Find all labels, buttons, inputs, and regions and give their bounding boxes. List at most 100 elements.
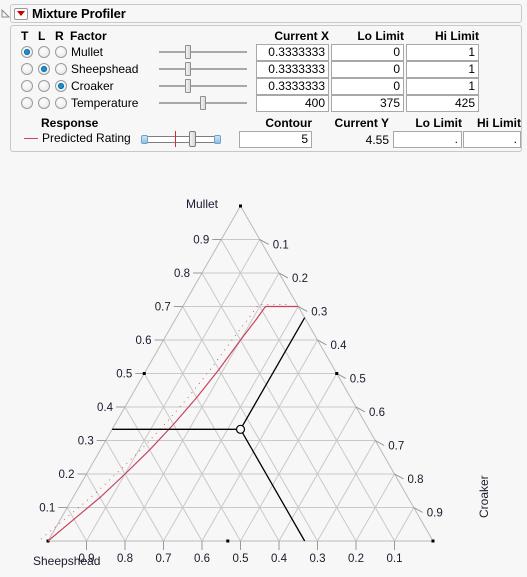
contour-slider[interactable]: [141, 131, 221, 147]
ticklabel-croaker-0.1: 0.1: [273, 239, 289, 251]
lo-limit-mullet[interactable]: 0: [331, 44, 404, 61]
gridline-sheepshead-0.9: [66, 507, 87, 542]
ticklabel-sheepshead-0.6: 0.6: [194, 553, 210, 565]
resp-hi-limit-value[interactable]: .: [463, 131, 521, 148]
axis-header-l: L: [38, 29, 46, 43]
ticklabel-mullet-0.4: 0.4: [97, 402, 114, 414]
lo-limit-header: Lo Limit: [357, 29, 404, 43]
factor-name-temperature: Temperature: [71, 96, 139, 110]
factor-header: Factor: [70, 29, 107, 43]
gridline-croaker-0.3: [163, 306, 299, 542]
ticklabel-mullet-0.6: 0.6: [136, 335, 152, 347]
gridline-croaker-0.7: [317, 440, 376, 542]
radio-t-mullet[interactable]: [21, 46, 33, 58]
hi-limit-croaker[interactable]: 1: [406, 78, 479, 95]
current-point-marker[interactable]: [235, 424, 246, 434]
gridline-croaker-0.5: [240, 373, 338, 542]
axis-label-mullet: Mullet: [186, 197, 219, 211]
slider-thumb[interactable]: [185, 62, 191, 76]
response-header: Response: [41, 116, 99, 130]
current-x-croaker[interactable]: 0.3333333: [256, 78, 329, 95]
radio-l-temperature[interactable]: [38, 97, 50, 109]
ticklabel-croaker-0.5: 0.5: [350, 373, 366, 385]
slider-thumb[interactable]: [200, 96, 206, 110]
slider-sheepshead[interactable]: [159, 62, 247, 76]
ticklabel-mullet-0.7: 0.7: [155, 302, 171, 314]
slider-temperature[interactable]: [159, 96, 247, 110]
ticklabel-croaker-0.2: 0.2: [292, 273, 308, 285]
red-triangle-menu-icon[interactable]: [14, 7, 28, 20]
slider-track: [159, 68, 247, 70]
contour-slider-thumb[interactable]: [189, 131, 196, 147]
ticklabel-sheepshead-0.3: 0.3: [310, 553, 326, 565]
hi-limit-temperature[interactable]: 425: [406, 95, 479, 112]
radio-l-croaker[interactable]: [38, 80, 50, 92]
slider-thumb[interactable]: [185, 45, 191, 59]
current-y-value: 4.55: [365, 133, 389, 147]
lo-limit-temperature[interactable]: 375: [331, 95, 404, 112]
current-x-sheepshead[interactable]: 0.3333333: [256, 61, 329, 78]
radio-r-croaker[interactable]: [55, 80, 67, 92]
ternary-plot-svg: 0.1 0.1 0.1 0.2 0.2 0.2 0.3 0.3 0.3 0.4 0.4 0.4 0.5 0…: [39, 204, 443, 565]
slider-croaker[interactable]: [159, 79, 247, 93]
radio-t-sheepshead[interactable]: [21, 63, 33, 75]
lo-limit-sheepshead[interactable]: 0: [331, 61, 404, 78]
hi-limit-header: Hi Limit: [435, 29, 479, 43]
ticklabel-sheepshead-0.8: 0.8: [117, 553, 133, 565]
radio-r-temperature[interactable]: [55, 97, 67, 109]
ticklabel-croaker-0.3: 0.3: [311, 306, 327, 318]
slider-track: [159, 85, 247, 87]
ticklabel-croaker-0.4: 0.4: [331, 340, 348, 352]
radio-l-sheepshead[interactable]: [38, 63, 50, 75]
current-x-temperature[interactable]: 400: [256, 95, 329, 112]
contour-slider-cap-left[interactable]: [141, 135, 148, 144]
radio-t-croaker[interactable]: [21, 80, 33, 92]
edge-tick-dot-right: [335, 372, 339, 375]
ticklabel-mullet-0.5: 0.5: [116, 369, 132, 381]
panel-title: Mixture Profiler: [32, 6, 126, 21]
ticklabel-croaker-0.9: 0.9: [427, 507, 443, 519]
tick-dot-vertex-croaker: [431, 539, 435, 543]
ticklabel-croaker-0.7: 0.7: [388, 440, 404, 452]
hi-limit-mullet[interactable]: 1: [406, 44, 479, 61]
axis-header-t: T: [21, 29, 29, 43]
profiler-controls: T L R Factor Current X Lo Limit Hi Limit…: [10, 25, 522, 152]
profiler-panel: Mixture Profiler T L R Factor Current X …: [1, 4, 522, 152]
gridline-sheepshead-0.5: [143, 373, 241, 542]
current-x-mullet[interactable]: 0.3333333: [256, 44, 329, 61]
ticklabel-sheepshead-0.1: 0.1: [387, 553, 403, 565]
panel-titlebar: Mixture Profiler: [1, 4, 522, 23]
axis-header-r: R: [55, 29, 64, 43]
contour-value[interactable]: 5: [239, 131, 312, 148]
resp-lo-limit-header: Lo Limit: [415, 116, 462, 130]
resp-hi-limit-header: Hi Limit: [477, 116, 521, 130]
ticklabel-croaker-0.8: 0.8: [408, 474, 424, 486]
slider-mullet[interactable]: [159, 45, 247, 59]
slider-thumb[interactable]: [185, 79, 191, 93]
ticklabel-sheepshead-0.5: 0.5: [233, 553, 249, 565]
radio-t-temperature[interactable]: [21, 97, 33, 109]
mixture-profiler-window: Mixture Profiler T L R Factor Current X …: [0, 0, 527, 577]
lo-limit-croaker[interactable]: 0: [331, 78, 404, 95]
tick-dot-apex-mullet: [239, 204, 242, 208]
contour-slider-cap-right[interactable]: [214, 135, 221, 144]
gridline-croaker-0.9: [394, 507, 415, 542]
ticklabel-mullet-0.8: 0.8: [174, 268, 190, 280]
factor-name-sheepshead: Sheepshead: [71, 62, 139, 76]
ticklabel-croaker-0.6: 0.6: [369, 407, 385, 419]
current-x-header: Current X: [274, 29, 329, 43]
radio-r-mullet[interactable]: [55, 46, 67, 58]
axis-label-croaker: Croaker: [477, 475, 491, 518]
radio-l-mullet[interactable]: [38, 46, 50, 58]
ternary-plot: 0.1 0.1 0.1 0.2 0.2 0.2 0.3 0.3 0.3 0.4 0.4 0.4 0.5 0…: [0, 160, 527, 577]
hi-limit-sheepshead[interactable]: 1: [406, 61, 479, 78]
slider-track: [159, 51, 247, 53]
resp-lo-limit-value[interactable]: .: [393, 131, 462, 148]
radio-r-sheepshead[interactable]: [55, 63, 67, 75]
disclosure-triangle-icon[interactable]: [1, 9, 10, 18]
ticklabel-mullet-0.3: 0.3: [78, 436, 94, 448]
ticklabel-sheepshead-0.2: 0.2: [348, 553, 364, 565]
ticklabel-sheepshead-0.7: 0.7: [156, 553, 172, 565]
gridline-sheepshead-0.7: [105, 440, 164, 542]
edge-tick-dot-bottom: [226, 539, 230, 543]
